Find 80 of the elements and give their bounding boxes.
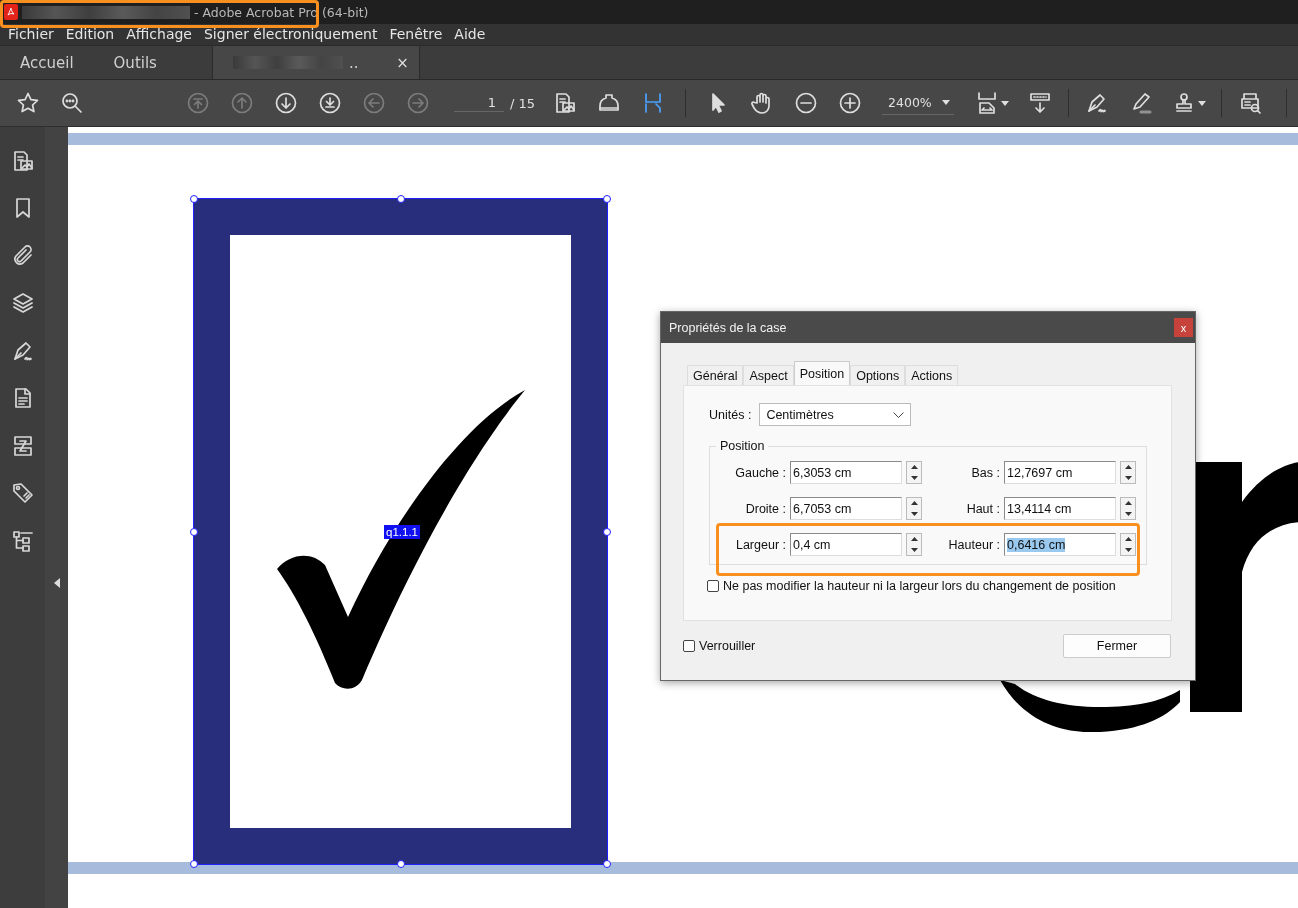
dialog-tab[interactable]: Général	[687, 365, 744, 385]
page-count: / 15	[510, 95, 536, 111]
number-field[interactable]: 6,3053 cm	[790, 461, 902, 484]
field-label: Hauteur :	[947, 537, 1000, 552]
zoom-dropdown[interactable]: 2400%	[882, 91, 955, 115]
field-label: Haut :	[965, 501, 1000, 516]
menu-item[interactable]: Fenêtre	[383, 24, 449, 45]
menu-item[interactable]: Edition	[59, 24, 121, 45]
resize-handle[interactable]	[190, 527, 198, 536]
spin-buttons[interactable]	[1120, 497, 1136, 520]
spin-buttons[interactable]	[906, 461, 922, 484]
page-image-icon	[553, 91, 578, 115]
menu-item[interactable]: Affichage	[120, 24, 198, 45]
checkbox-label: Verrouiller	[699, 639, 756, 653]
layers-icon	[10, 291, 35, 315]
arrow-right-icon	[406, 91, 430, 115]
last-page-icon	[318, 91, 342, 115]
number-field[interactable]: 12,7697 cm	[1004, 461, 1116, 484]
menu-item[interactable]: Aide	[448, 24, 492, 45]
arrow-up-icon	[230, 91, 254, 115]
page-number-field[interactable]: 1	[454, 94, 504, 112]
caret-icon	[942, 100, 951, 105]
star-icon	[16, 91, 40, 115]
checkmark-icon	[277, 390, 527, 690]
checkbox-widget[interactable]	[194, 199, 607, 864]
dialog-tab[interactable]: Aspect	[743, 365, 794, 385]
spin-buttons[interactable]	[1120, 461, 1136, 484]
resize-handle[interactable]	[190, 860, 198, 868]
tab-title: ..	[348, 53, 359, 72]
checkbox-label: Ne pas modifier la hauteur ni la largeur lors du changement de position	[723, 579, 1116, 593]
dialog-tab[interactable]: Options	[850, 365, 906, 385]
field-label: Gauche :	[734, 465, 786, 480]
resize-handle[interactable]	[603, 195, 611, 203]
spin-buttons[interactable]	[1120, 533, 1136, 556]
field-label: Largeur :	[734, 537, 786, 552]
arrow-left-icon	[362, 91, 386, 115]
checkbox[interactable]	[683, 640, 695, 652]
search-icon	[60, 91, 84, 115]
resize-handle[interactable]	[190, 195, 198, 203]
scroll-mode-icon	[1028, 91, 1053, 115]
collapse-arrow-icon[interactable]	[53, 578, 60, 588]
field-label: Bas :	[970, 465, 1000, 480]
close-button[interactable]: Fermer	[1063, 634, 1171, 658]
spin-buttons[interactable]	[906, 497, 922, 520]
close-button[interactable]: x	[1174, 318, 1193, 337]
zoom-in-icon	[838, 91, 863, 115]
zoom-out-icon	[794, 91, 819, 115]
dialog-tab[interactable]: Position	[793, 361, 851, 385]
arrow-down-icon	[274, 91, 298, 115]
print-preview-icon	[1238, 91, 1263, 115]
field-name-label: q1.1.1	[384, 525, 420, 539]
resize-handle[interactable]	[396, 860, 405, 868]
number-field[interactable]: 0,4 cm	[790, 533, 902, 556]
spin-buttons[interactable]	[906, 533, 922, 556]
tab[interactable]: Outils	[93, 46, 177, 79]
field-label: Unités :	[709, 407, 752, 422]
dialog-title: Propriétés de la case	[669, 320, 787, 335]
units-dropdown[interactable]: Centimètres	[759, 403, 912, 426]
group-label: Position	[719, 439, 766, 453]
resize-handle[interactable]	[603, 527, 611, 536]
dialog-tab[interactable]: Actions	[905, 365, 959, 385]
resize-handle[interactable]	[603, 860, 611, 868]
tag-icon	[10, 481, 35, 505]
app-icon	[4, 4, 18, 20]
chevron-down-icon	[893, 411, 905, 418]
tab[interactable]: Accueil	[0, 46, 94, 79]
number-field[interactable]: 6,7053 cm	[790, 497, 902, 520]
first-page-icon	[186, 91, 210, 115]
menu-item[interactable]: Fichier	[2, 24, 60, 45]
checkbox[interactable]	[707, 580, 719, 592]
tree-icon	[10, 528, 35, 553]
close-icon[interactable]: ×	[396, 53, 409, 72]
menu-item[interactable]: Signer électroniquement	[198, 24, 384, 45]
resize-handle[interactable]	[396, 195, 405, 203]
number-field[interactable]: 0,6416 cm	[1004, 533, 1116, 556]
field-label: Droite :	[744, 501, 786, 516]
document-tab[interactable]: .. ×	[211, 46, 420, 79]
caret-icon	[1001, 100, 1010, 106]
number-field[interactable]: 13,4114 cm	[1004, 497, 1116, 520]
caret-icon	[1198, 100, 1207, 106]
